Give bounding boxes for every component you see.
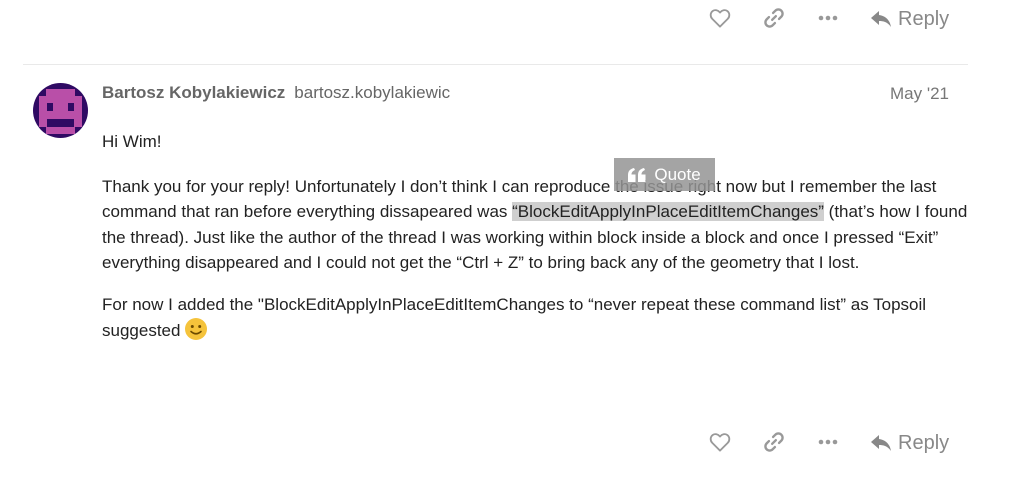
link-icon[interactable] <box>762 430 786 454</box>
post-body: Hi Wim! Thank you for your reply! Unfort… <box>102 129 968 365</box>
quote-label: Quote <box>654 164 701 184</box>
heart-icon[interactable] <box>708 6 732 30</box>
post-author: Bartosz Kobylakiewicz bartosz.kobylakiew… <box>102 83 450 105</box>
post-paragraph-2: For now I added the "BlockEditApplyInPla… <box>102 292 968 349</box>
author-username[interactable]: bartosz.kobylakiewic <box>294 83 450 103</box>
reply-icon <box>871 435 891 451</box>
post-date[interactable]: May '21 <box>890 84 949 104</box>
reply-label: Reply <box>898 7 950 30</box>
paragraph-2-text: For now I added the "BlockEditApplyInPla… <box>102 294 927 341</box>
quote-icon <box>628 167 646 182</box>
selected-text: “BlockEditApplyInPlaceEditItemChanges” <box>512 202 824 221</box>
heart-icon[interactable] <box>708 430 732 454</box>
post-greeting: Hi Wim! <box>102 132 162 151</box>
reply-icon <box>871 11 891 27</box>
reply-button[interactable]: Reply <box>870 4 949 34</box>
post-actions-bottom: Reply <box>0 424 1024 464</box>
ellipsis-icon[interactable] <box>816 6 840 30</box>
post-paragraph-1: Thank you for your reply! Unfortunately … <box>102 174 968 276</box>
reply-label: Reply <box>898 431 950 454</box>
avatar[interactable] <box>33 83 88 138</box>
post-divider <box>23 64 968 65</box>
link-icon[interactable] <box>762 6 786 30</box>
post-actions-top: Reply <box>0 0 1024 40</box>
ellipsis-icon[interactable] <box>816 430 840 454</box>
slightly-smiling-face-icon <box>184 317 208 349</box>
author-name[interactable]: Bartosz Kobylakiewicz <box>102 83 285 103</box>
quote-button[interactable]: Quote <box>614 158 715 191</box>
reply-button[interactable]: Reply <box>870 428 949 458</box>
